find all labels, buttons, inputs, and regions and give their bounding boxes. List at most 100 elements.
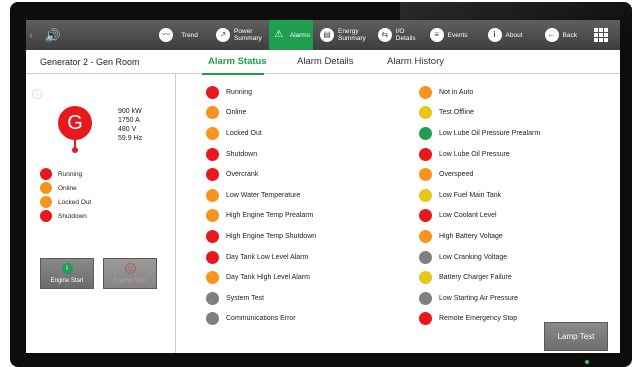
alarm-indicator: [206, 126, 219, 140]
alarm-label: Not in Auto: [439, 88, 474, 96]
energy-summary-icon: ▤: [319, 28, 334, 42]
alarm-item: Running: [206, 82, 316, 103]
nav-item-power-summary[interactable]: ↗ Power Summary: [213, 20, 265, 50]
alarm-indicator: [419, 126, 432, 140]
alarm-label: Low Cranking Voltage: [439, 253, 508, 261]
alarm-label: Shutdown: [226, 150, 258, 158]
alarm-column-left: Running Online Locked Out Shutdown Overc…: [206, 82, 316, 329]
nav-item-energy-summary[interactable]: ▤ Energy Summary: [317, 20, 369, 50]
alarm-column-right: Not in Auto Test Offline Low Lube Oil Pr…: [419, 82, 540, 329]
alarm-indicator: [206, 229, 219, 243]
tab-alarm-status[interactable]: Alarm Status: [208, 56, 267, 67]
lamp-test-button[interactable]: Lamp Test: [544, 322, 608, 351]
alarm-item: Communications Error: [206, 309, 316, 330]
alarm-indicator: [419, 250, 432, 264]
nav-item-io-details[interactable]: ⇆ I/O Details: [375, 20, 419, 50]
status-label: Online: [58, 184, 77, 192]
nav-label-io-details: I/O Details: [395, 28, 416, 42]
nav-item-events[interactable]: ≡ Events: [427, 20, 471, 50]
alarm-item: Day Tank Low Level Alarm: [206, 247, 316, 268]
alarm-indicator: [206, 250, 219, 264]
alarm-item: Overcrank: [206, 164, 316, 185]
alarm-item: High Engine Temp Shutdown: [206, 226, 316, 247]
alarm-indicator: [206, 106, 219, 120]
alarm-item: Low Water Temperature: [206, 185, 316, 206]
generator-icon: G: [58, 106, 92, 140]
nav-scroll-left-icon[interactable]: ‹: [26, 30, 36, 41]
nav-item-back[interactable]: ← Back: [542, 20, 580, 50]
engine-start-button[interactable]: I Engine Start: [40, 258, 94, 289]
alarm-label: Locked Out: [226, 129, 262, 137]
info-icon: i: [487, 28, 502, 42]
nav-item-about[interactable]: i About: [485, 20, 526, 50]
nav-label-energy-summary: Energy Summary: [337, 28, 366, 42]
alarm-label: Communications Error: [226, 315, 296, 323]
alarm-indicator: [206, 188, 219, 202]
power-on-icon: I: [61, 263, 73, 274]
alarm-label: High Engine Temp Prealarm: [226, 212, 314, 220]
alarm-indicator: [419, 209, 432, 223]
alarm-label: Day Tank Low Level Alarm: [226, 253, 309, 261]
generator-readings: 900 kW 1750 A 480 V 59.9 Hz: [118, 107, 142, 143]
alarm-item: High Battery Voltage: [419, 226, 540, 247]
speaker-icon[interactable]: 🔊: [36, 20, 70, 50]
alarm-indicator: [419, 85, 432, 99]
page-title: Generator 2 - Gen Room: [40, 57, 140, 67]
alarm-label: Low Water Temperature: [226, 191, 301, 199]
engine-start-label: Engine Start: [50, 278, 84, 284]
alarm-item: Low Fuel Main Tank: [419, 185, 540, 206]
alarm-label: Low Starting Air Pressure: [439, 294, 518, 302]
alarm-label: High Battery Voltage: [439, 232, 503, 240]
reading-voltage: 480 V: [118, 126, 137, 133]
info-circle-icon[interactable]: i: [32, 89, 42, 99]
alarm-indicator: [419, 229, 432, 243]
alarm-label: Online: [226, 109, 247, 117]
alarm-item: Day Tank High Level Alarm: [206, 267, 316, 288]
alarm-item: Test Offline: [419, 103, 540, 124]
alarm-indicator: [206, 312, 219, 326]
power-off-icon: O: [124, 263, 136, 274]
generator-panel: i G 900 kW 1750 A 480 V 59.9 Hz Running …: [26, 74, 176, 353]
reading-frequency: 59.9 Hz: [118, 135, 143, 142]
alarm-label: Day Tank High Level Alarm: [226, 274, 310, 282]
alarm-item: Low Coolant Level: [419, 206, 540, 227]
top-nav-bar: ‹ 🔊 〰 Trend ↗ Power Summary ⚠ Alarms ▤ E…: [26, 20, 620, 50]
tab-alarm-history[interactable]: Alarm History: [387, 56, 444, 67]
alarm-indicator: [206, 291, 219, 305]
hmi-screen: ‹ 🔊 〰 Trend ↗ Power Summary ⚠ Alarms ▤ E…: [26, 20, 620, 353]
alarm-label: High Engine Temp Shutdown: [226, 232, 317, 240]
back-arrow-icon: ←: [544, 28, 559, 42]
engine-stop-button[interactable]: O Engine Stop: [103, 258, 157, 289]
alarm-item: Not in Auto: [419, 82, 540, 103]
nav-item-trend[interactable]: 〰 Trend: [156, 20, 201, 50]
nav-label-alarms: Alarms: [289, 31, 310, 39]
grid-menu-icon[interactable]: [594, 28, 608, 42]
nav-item-alarms[interactable]: ⚠ Alarms: [268, 20, 313, 50]
alarm-label: Remote Emergency Stop: [439, 315, 518, 323]
alarm-indicator: [206, 209, 219, 223]
reading-power: 900 kW: [118, 108, 142, 115]
status-label: Locked Out: [58, 198, 92, 206]
nav-label-about: About: [505, 31, 523, 39]
tab-alarm-details[interactable]: Alarm Details: [297, 56, 354, 67]
alarm-label: Low Lube Oil Pressure: [439, 150, 510, 158]
reading-current: 1750 A: [118, 117, 140, 124]
alarm-indicator: [419, 147, 432, 161]
alarm-item: Overspeed: [419, 164, 540, 185]
alarm-indicator: [419, 312, 432, 326]
status-indicator-red: [40, 168, 52, 180]
alarm-indicator: [206, 168, 219, 182]
alarm-item: Low Starting Air Pressure: [419, 288, 540, 309]
engine-stop-label: Engine Stop: [113, 278, 147, 284]
power-summary-icon: ↗: [215, 28, 230, 42]
generator-icon-base: [72, 147, 78, 153]
alarm-item: Low Lube Oil Pressure Prealarm: [419, 123, 540, 144]
alarm-indicator: [206, 271, 219, 285]
status-online: Online: [40, 181, 91, 195]
status-locked-out: Locked Out: [40, 195, 91, 209]
alarm-indicator: [419, 106, 432, 120]
alarm-label: Low Coolant Level: [439, 212, 497, 220]
status-label: Shutdown: [58, 212, 87, 220]
alarm-item: Low Cranking Voltage: [419, 247, 540, 268]
alarm-indicator: [206, 147, 219, 161]
